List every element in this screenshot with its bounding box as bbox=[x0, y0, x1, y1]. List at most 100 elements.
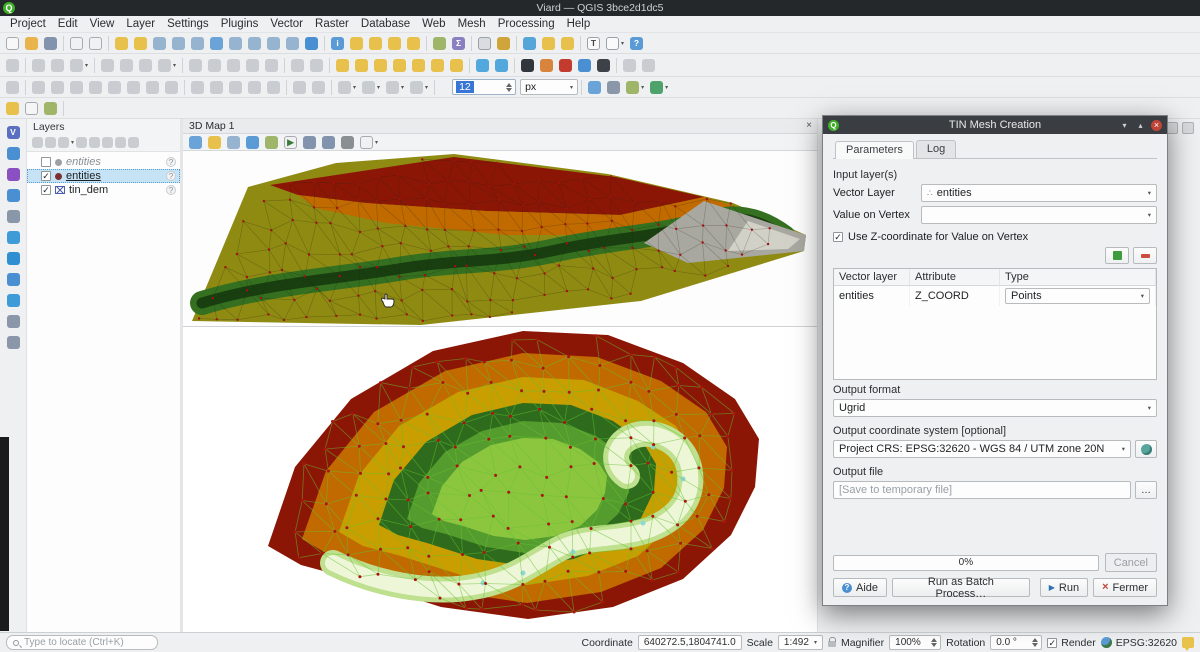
menu-edit[interactable]: Edit bbox=[52, 18, 84, 30]
layer-labeling-icon[interactable] bbox=[334, 56, 351, 74]
camera-home-icon[interactable] bbox=[187, 135, 204, 150]
menu-vector[interactable]: Vector bbox=[264, 18, 309, 30]
delete-selected-icon[interactable] bbox=[206, 56, 223, 74]
cancel-button[interactable]: Cancel bbox=[1105, 553, 1157, 572]
rotation-spinbox[interactable]: 0.0 ° bbox=[990, 635, 1042, 650]
tracing-panel-icon[interactable] bbox=[5, 207, 22, 225]
attribute-table-icon[interactable] bbox=[476, 34, 493, 52]
menu-processing[interactable]: Processing bbox=[492, 18, 561, 30]
browser-globe-icon[interactable] bbox=[5, 249, 22, 267]
vertex-tool-icon[interactable]: ▾ bbox=[156, 56, 178, 74]
georeferencer-icon[interactable] bbox=[557, 56, 574, 74]
split-features-icon[interactable] bbox=[68, 78, 85, 96]
dialog-title-bar[interactable]: Q TIN Mesh Creation ▾▴× bbox=[823, 116, 1167, 134]
add-ring-icon[interactable] bbox=[189, 78, 206, 96]
osm-tools-icon[interactable] bbox=[5, 291, 22, 309]
camera-pan-icon[interactable] bbox=[206, 135, 223, 150]
redo-icon[interactable] bbox=[308, 56, 325, 74]
metasearch-tool-icon[interactable] bbox=[640, 56, 657, 74]
zoom-out-icon[interactable] bbox=[170, 34, 187, 52]
layer-visibility-checkbox[interactable]: ✓ bbox=[41, 185, 51, 195]
zoom-to-selection-icon[interactable] bbox=[227, 34, 244, 52]
vector-layer-combo[interactable]: ∴ entities ▾ bbox=[921, 184, 1157, 202]
save-3d-image-icon[interactable] bbox=[301, 135, 318, 150]
add-part-icon[interactable] bbox=[208, 78, 225, 96]
layout-manager-icon[interactable] bbox=[87, 34, 104, 52]
close-dialog-button[interactable]: × Fermer bbox=[1093, 578, 1157, 597]
new-print-layout-icon[interactable] bbox=[68, 34, 85, 52]
mesh-transform-icon[interactable] bbox=[493, 56, 510, 74]
identify-3d-icon[interactable] bbox=[244, 135, 261, 150]
rotate-label-icon[interactable] bbox=[429, 56, 446, 74]
batch-button[interactable]: Run as Batch Process… bbox=[892, 578, 1030, 597]
georeferencer-panel-icon[interactable] bbox=[5, 228, 22, 246]
copy-features-icon[interactable] bbox=[244, 56, 261, 74]
render-checkbox[interactable]: ✓ Render bbox=[1047, 637, 1095, 649]
project-open-icon[interactable] bbox=[23, 34, 40, 52]
new-3d-map-icon[interactable] bbox=[605, 78, 622, 96]
locator-input[interactable]: Type to locate (Ctrl+K) bbox=[6, 635, 158, 650]
map-tips-icon[interactable] bbox=[586, 78, 603, 96]
menu-web[interactable]: Web bbox=[416, 18, 451, 30]
menu-raster[interactable]: Raster bbox=[309, 18, 355, 30]
zoom-to-layer-icon[interactable] bbox=[246, 34, 263, 52]
measure-angle-icon[interactable]: ▾ bbox=[624, 78, 646, 96]
pin-labels-icon[interactable] bbox=[372, 56, 389, 74]
toggle-editing-icon[interactable] bbox=[30, 56, 47, 74]
output-crs-combo[interactable]: Project CRS: EPSG:32620 - WGS 84 / UTM z… bbox=[833, 440, 1131, 458]
filter-by-expression-icon[interactable] bbox=[88, 135, 101, 150]
project-new-icon[interactable] bbox=[4, 34, 21, 52]
collapse-all-icon[interactable] bbox=[114, 135, 127, 150]
messages-icon[interactable] bbox=[1182, 637, 1194, 648]
open-layer-styling-icon[interactable] bbox=[31, 135, 44, 150]
delete-ring-icon[interactable] bbox=[246, 78, 263, 96]
undo-icon[interactable] bbox=[289, 56, 306, 74]
tab-log[interactable]: Log bbox=[916, 140, 956, 158]
split-parts-icon[interactable] bbox=[87, 78, 104, 96]
annotation-dropdown-icon[interactable]: ▾ bbox=[604, 34, 626, 52]
magnifier-spinbox[interactable]: 100% bbox=[889, 635, 941, 650]
refresh-plugin-icon[interactable] bbox=[576, 56, 593, 74]
menu-help[interactable]: Help bbox=[561, 18, 597, 30]
menu-plugins[interactable]: Plugins bbox=[215, 18, 265, 30]
processing-globe-icon[interactable] bbox=[519, 56, 536, 74]
pan-to-selection-icon[interactable] bbox=[132, 34, 149, 52]
dialog-undock-icon[interactable]: ▴ bbox=[1135, 120, 1146, 131]
output-format-combo[interactable]: Ugrid ▾ bbox=[833, 399, 1157, 417]
new-bookmark-icon[interactable] bbox=[540, 34, 557, 52]
zoom-in-icon[interactable] bbox=[151, 34, 168, 52]
spinner-arrows-icon[interactable] bbox=[1029, 638, 1038, 647]
layer-indicator-icon[interactable]: ? bbox=[166, 171, 176, 181]
menu-view[interactable]: View bbox=[84, 18, 121, 30]
select-by-expression-icon[interactable] bbox=[367, 34, 384, 52]
shape-rectangle-icon[interactable]: ▾ bbox=[384, 78, 406, 96]
close-icon[interactable]: × bbox=[806, 121, 812, 131]
rotate-feature-icon[interactable] bbox=[144, 78, 161, 96]
layer-visibility-checkbox[interactable] bbox=[41, 157, 51, 167]
measure-line-icon[interactable] bbox=[431, 34, 448, 52]
add-row-button[interactable] bbox=[1105, 247, 1129, 264]
stroke-width-input[interactable]: 12 bbox=[452, 79, 516, 95]
show-bookmarks-icon[interactable] bbox=[559, 34, 576, 52]
snapping-options-icon[interactable] bbox=[5, 165, 22, 183]
export-3d-icon[interactable] bbox=[320, 135, 337, 150]
modify-attributes-icon[interactable] bbox=[187, 56, 204, 74]
snapping-toggle-icon[interactable] bbox=[23, 99, 40, 117]
map3d-panel-header[interactable]: 3D Map 1 × bbox=[183, 119, 817, 134]
layer-styling-panel-icon[interactable]: V bbox=[5, 123, 22, 141]
menu-database[interactable]: Database bbox=[355, 18, 416, 30]
zoom-native-icon[interactable] bbox=[189, 34, 206, 52]
panel-close-icon[interactable] bbox=[1182, 122, 1194, 134]
add-point-feature-icon[interactable] bbox=[118, 56, 135, 74]
move-label-icon[interactable] bbox=[410, 56, 427, 74]
menu-settings[interactable]: Settings bbox=[161, 18, 215, 30]
help-button[interactable]: ? Aide bbox=[833, 578, 887, 597]
3d-config-icon[interactable] bbox=[339, 135, 356, 150]
filter-legend-icon[interactable] bbox=[75, 135, 88, 150]
spinner-arrows-icon[interactable] bbox=[928, 638, 937, 647]
project-save-icon[interactable] bbox=[42, 34, 59, 52]
lock-scale-icon[interactable] bbox=[828, 641, 836, 647]
measure-3d-icon[interactable] bbox=[263, 135, 280, 150]
offset-curve-icon[interactable] bbox=[30, 78, 47, 96]
expand-all-icon[interactable] bbox=[101, 135, 114, 150]
